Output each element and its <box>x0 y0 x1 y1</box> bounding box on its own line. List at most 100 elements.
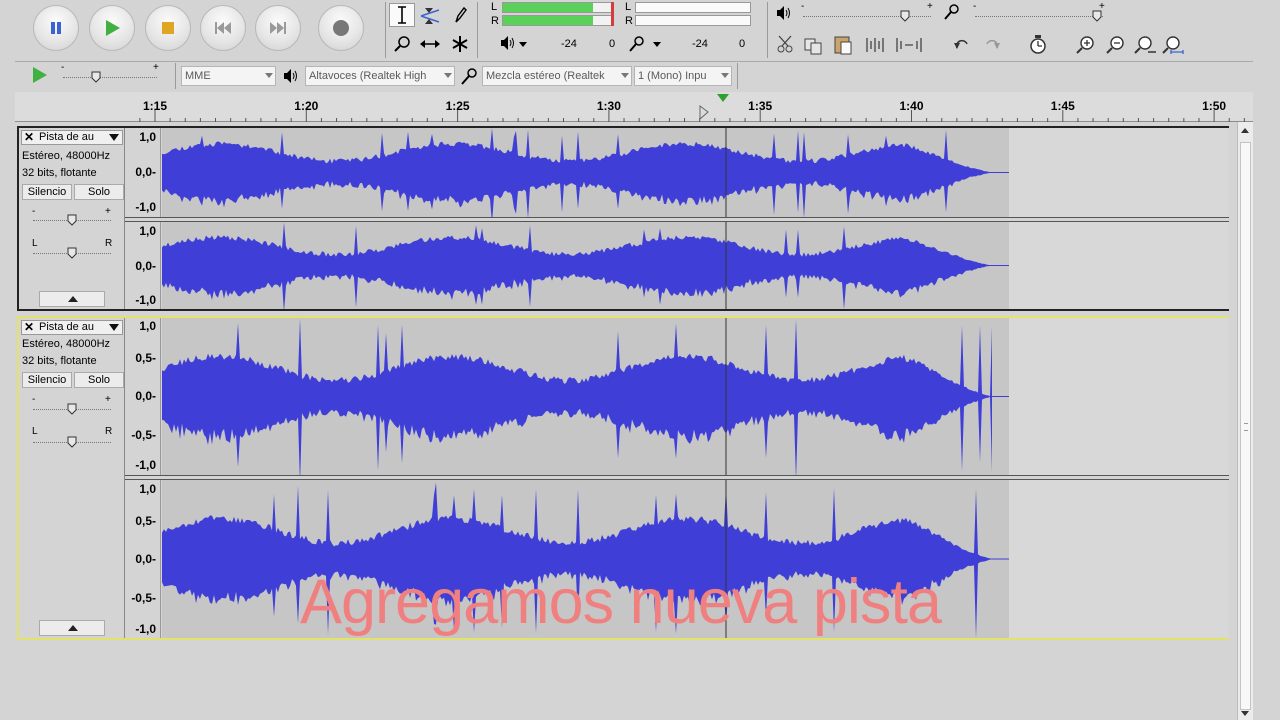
silence-icon[interactable] <box>896 38 922 52</box>
skip-to-start-button[interactable] <box>200 5 246 51</box>
pause-button[interactable] <box>33 5 79 51</box>
track-2-ch2-scale-q3: -0,5- <box>131 591 156 605</box>
track-1-channel-1-waveform[interactable] <box>162 128 1229 217</box>
output-volume-slider[interactable] <box>803 16 931 17</box>
track-2-format: 32 bits, flotante <box>22 355 97 367</box>
record-icon <box>333 20 349 36</box>
playback-meter-left[interactable] <box>502 2 614 13</box>
track-2-close-button[interactable]: ✕ <box>24 321 34 334</box>
draw-tool[interactable] <box>447 3 473 27</box>
output-volume-thumb[interactable] <box>900 10 910 22</box>
play-speed-slider[interactable] <box>63 77 157 78</box>
playback-meter-right-fill <box>503 16 594 25</box>
track-2-collapse-button[interactable] <box>39 620 105 636</box>
track-1-gain-thumb[interactable] <box>67 214 77 226</box>
input-channels-select[interactable]: 1 (Mono) Inpu <box>634 66 732 86</box>
zoom-out-icon[interactable] <box>1106 36 1124 54</box>
input-device-mic-icon <box>459 66 479 89</box>
track-1-pan-thumb[interactable] <box>67 247 77 259</box>
timeline-label: 1:35 <box>748 99 773 113</box>
track-1-solo-button[interactable]: Solo <box>74 184 124 200</box>
zoom-tool[interactable] <box>389 32 415 56</box>
input-volume-thumb[interactable] <box>1092 10 1102 22</box>
play-at-speed-button[interactable] <box>31 66 49 87</box>
track-2-menu-icon[interactable] <box>109 324 119 331</box>
selection-tool[interactable] <box>389 3 415 27</box>
track-2-mute-button[interactable]: Silencio <box>22 372 72 388</box>
track-1-channel-2-waveform[interactable] <box>162 222 1229 309</box>
track-1-ch1-scale-top: 1,0 <box>139 130 156 144</box>
track-2-pan-left: L <box>32 426 38 437</box>
track-1-mute-button[interactable]: Silencio <box>22 184 72 200</box>
track-2-solo-button[interactable]: Solo <box>74 372 124 388</box>
track-1-gain-plus: + <box>105 206 111 217</box>
input-channels-value: 1 (Mono) Inpu <box>638 70 707 82</box>
envelope-tool[interactable] <box>417 3 443 27</box>
record-meter-mic-icon[interactable] <box>627 35 663 56</box>
track-2-ch2-scale-mid: 0,0- <box>135 552 156 566</box>
stop-button[interactable] <box>145 5 191 51</box>
track-1-title-bar[interactable]: ✕ Pista de au <box>21 130 123 145</box>
input-volume-slider[interactable] <box>975 16 1103 17</box>
copy-icon[interactable] <box>804 38 822 55</box>
vertical-scrollbar[interactable] <box>1237 122 1253 720</box>
output-device-speaker-icon <box>283 69 299 86</box>
redo-icon[interactable] <box>986 39 1000 49</box>
cut-icon[interactable] <box>777 35 793 53</box>
audio-host-select[interactable]: MME <box>181 66 276 86</box>
audacity-window: L R L R -24 0 -24 0 - + - + - + MME Alta… <box>15 0 1253 720</box>
record-meter-left[interactable] <box>635 2 751 13</box>
track-2-name[interactable]: Pista de au <box>39 321 94 334</box>
fit-project-icon[interactable] <box>1162 36 1184 54</box>
playback-meter-speaker-icon[interactable] <box>499 35 529 54</box>
timeline-label: 1:15 <box>142 99 168 113</box>
undo-icon[interactable] <box>954 39 968 49</box>
trim-icon[interactable] <box>866 38 884 52</box>
audio-track-1[interactable]: ✕ Pista de au Estéreo, 48000Hz 32 bits, … <box>17 126 1229 311</box>
track-1-close-button[interactable]: ✕ <box>24 131 34 144</box>
scroll-up-icon[interactable] <box>1241 128 1249 133</box>
track-1-menu-icon[interactable] <box>109 134 119 141</box>
track-1-ch1-scale-bottom: -1,0 <box>135 200 156 214</box>
track-2-gain-thumb[interactable] <box>67 403 77 415</box>
pencil-icon <box>455 6 467 23</box>
track-1-name[interactable]: Pista de au <box>39 131 94 144</box>
track-1-gain-minus: - <box>32 206 36 217</box>
input-device-select[interactable]: Mezcla estéreo (Realtek <box>482 66 632 86</box>
stop-icon <box>162 22 174 34</box>
sync-lock-icon[interactable] <box>1030 35 1046 54</box>
track-2-title-bar[interactable]: ✕ Pista de au <box>21 320 123 335</box>
track-2-pan-thumb[interactable] <box>67 436 77 448</box>
track-1-ch2-scale-bottom: -1,0 <box>135 293 156 307</box>
empty-track-area <box>1009 480 1229 638</box>
multi-tool[interactable] <box>447 32 473 56</box>
play-speed-thumb[interactable] <box>91 71 101 83</box>
skip-to-end-button[interactable] <box>255 5 301 51</box>
track-2-rate: Estéreo, 48000Hz <box>22 338 111 350</box>
record-button[interactable] <box>318 5 364 51</box>
track-1-ch2-scale-mid: 0,0- <box>135 259 156 273</box>
scrollbar-thumb[interactable] <box>1240 142 1251 710</box>
paste-icon[interactable] <box>834 36 852 55</box>
play-button[interactable] <box>89 5 135 51</box>
skip-to-end-icon <box>270 22 286 34</box>
record-meter-right[interactable] <box>635 15 751 26</box>
playback-meter-right[interactable] <box>502 15 614 26</box>
pause-icon <box>51 22 61 34</box>
timeline-ruler[interactable]: 1:15 1:20 1:25 1:30 1:35 1:40 1:45 1:50 <box>15 92 1253 122</box>
track-2-channel-1-waveform[interactable] <box>162 318 1229 475</box>
timeline-label: 1:25 <box>445 99 470 113</box>
empty-track-area <box>1009 128 1229 217</box>
track-2-gain-plus: + <box>105 394 111 405</box>
fit-selection-icon[interactable] <box>1134 36 1156 54</box>
playback-scale-low: -24 <box>561 38 577 50</box>
playback-meter-right-label: R <box>491 15 499 27</box>
track-1-ch1-vruler: 1,0 0,0- -1,0 <box>125 128 161 217</box>
track-1-ch2-vruler: 1,0 0,0- -1,0 <box>125 222 161 309</box>
timeshift-tool[interactable] <box>417 32 443 56</box>
zoom-in-icon[interactable] <box>1076 36 1094 54</box>
speed-slider-minus: - <box>61 62 65 73</box>
track-1-collapse-button[interactable] <box>39 291 105 307</box>
output-device-select[interactable]: Altavoces (Realtek High <box>305 66 455 86</box>
scroll-down-icon[interactable] <box>1241 711 1249 716</box>
